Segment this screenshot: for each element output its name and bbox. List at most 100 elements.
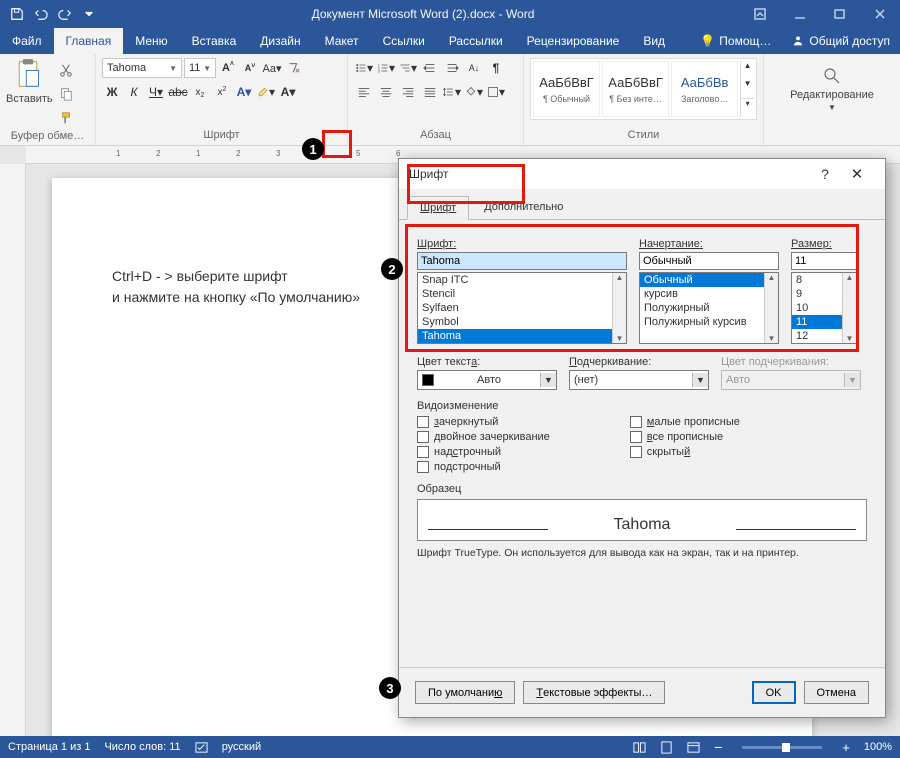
tab-review[interactable]: Рецензирование (515, 28, 632, 54)
increase-indent-button[interactable] (442, 58, 462, 78)
underline-color-label: Цвет подчеркивания: (721, 356, 861, 368)
multilevel-button[interactable]: ▾ (398, 58, 418, 78)
ok-button[interactable]: OK (752, 681, 796, 704)
font-size-value: 11 (189, 62, 200, 74)
copy-button[interactable] (56, 84, 76, 104)
zoom-out-button[interactable]: − (714, 739, 722, 755)
highlight-button[interactable]: ▾ (256, 82, 276, 102)
chk-subscript[interactable]: подстрочный (417, 461, 550, 473)
ribbon: Вставить Буфер обме… Tahoma▼ 11▼ A˄ A˅ A… (0, 54, 900, 146)
underline-button[interactable]: Ч▾ (146, 82, 166, 102)
status-page[interactable]: Страница 1 из 1 (8, 741, 90, 753)
tab-file[interactable]: Файл (0, 28, 54, 54)
font-preview: Tahoma (417, 499, 867, 541)
editing-label: Редактирование (790, 89, 874, 101)
status-language[interactable]: русский (222, 741, 261, 753)
chk-hidden[interactable]: скрытый (630, 446, 740, 458)
clipboard-group-label: Буфер обме… (6, 128, 89, 146)
underline-color-combo: Авто▼ (721, 370, 861, 390)
subscript-button[interactable]: x2 (190, 82, 210, 102)
effects-title: Видоизменение (417, 400, 867, 412)
zoom-slider[interactable] (742, 746, 822, 749)
redbox-font-section (405, 224, 859, 352)
redo-button[interactable] (54, 3, 76, 25)
tab-view[interactable]: Вид (631, 28, 677, 54)
styles-group-label: Стили (530, 127, 757, 145)
tab-layout[interactable]: Макет (313, 28, 371, 54)
chk-strikethrough[interactable]: зачеркнутый (417, 416, 550, 428)
minimize-button[interactable] (780, 0, 820, 28)
strikethrough-button[interactable]: abc (168, 82, 188, 102)
editing-button[interactable]: Редактирование▼ (778, 66, 886, 113)
shading-button[interactable]: ▾ (464, 82, 484, 102)
font-color-button[interactable]: A▾ (278, 82, 298, 102)
sort-button[interactable]: A↓ (464, 58, 484, 78)
font-size-combo[interactable]: 11▼ (184, 58, 216, 78)
numbering-button[interactable]: 123▾ (376, 58, 396, 78)
tab-home[interactable]: Главная (54, 28, 124, 54)
styles-gallery[interactable]: АаБбВвГ¶ Обычный АаБбВвГ¶ Без инте… АаБб… (530, 58, 757, 120)
styles-expand[interactable]: ▾ (741, 98, 754, 117)
align-right-button[interactable] (398, 82, 418, 102)
set-default-button[interactable]: По умолчанию (415, 681, 515, 704)
chk-small-caps[interactable]: малые прописные (630, 416, 740, 428)
bold-button[interactable]: Ж (102, 82, 122, 102)
justify-button[interactable] (420, 82, 440, 102)
decrease-indent-button[interactable] (420, 58, 440, 78)
tell-me-button[interactable]: 💡 Помощ… (690, 28, 781, 54)
style-normal[interactable]: АаБбВвГ¶ Обычный (533, 61, 600, 117)
clear-formatting-button[interactable] (284, 58, 304, 78)
superscript-button[interactable]: x2 (212, 82, 232, 102)
styles-scroll-up[interactable]: ▲ (741, 61, 754, 79)
dialog-help-button[interactable]: ? (811, 166, 839, 182)
tab-mailings[interactable]: Рассылки (437, 28, 515, 54)
status-proofing-icon[interactable] (195, 741, 208, 754)
view-web-button[interactable] (687, 741, 700, 754)
chk-all-caps[interactable]: все прописные (630, 431, 740, 443)
zoom-in-button[interactable]: + (842, 740, 850, 755)
text-effects-button[interactable]: A▾ (234, 82, 254, 102)
show-hide-button[interactable]: ¶ (486, 58, 506, 78)
maximize-button[interactable] (820, 0, 860, 28)
italic-button[interactable]: К (124, 82, 144, 102)
chk-double-strike[interactable]: двойное зачеркивание (417, 431, 550, 443)
tab-design[interactable]: Дизайн (248, 28, 312, 54)
align-center-button[interactable] (376, 82, 396, 102)
change-case-button[interactable]: Aa▾ (262, 58, 282, 78)
undo-button[interactable] (30, 3, 52, 25)
tab-insert[interactable]: Вставка (180, 28, 249, 54)
zoom-level[interactable]: 100% (864, 741, 892, 753)
view-print-button[interactable] (660, 741, 673, 754)
borders-button[interactable]: ▾ (486, 82, 506, 102)
styles-scroll-down[interactable]: ▼ (741, 79, 754, 97)
underline-style-combo[interactable]: (нет)▼ (569, 370, 709, 390)
save-button[interactable] (6, 3, 28, 25)
cut-button[interactable] (56, 60, 76, 80)
align-left-button[interactable] (354, 82, 374, 102)
status-words[interactable]: Число слов: 11 (104, 741, 180, 753)
group-clipboard: Вставить Буфер обме… (0, 54, 96, 145)
text-effects-button-dlg[interactable]: Текстовые эффекты… (523, 681, 665, 704)
tab-references[interactable]: Ссылки (371, 28, 437, 54)
shrink-font-button[interactable]: A˅ (240, 58, 260, 78)
line-spacing-button[interactable]: ▾ (442, 82, 462, 102)
font-name-combo[interactable]: Tahoma▼ (102, 58, 182, 78)
format-painter-button[interactable] (56, 108, 76, 128)
style-no-spacing[interactable]: АаБбВвГ¶ Без инте… (602, 61, 669, 117)
ribbon-display-button[interactable] (740, 0, 780, 28)
tab-menu[interactable]: Меню (123, 28, 179, 54)
close-button[interactable] (860, 0, 900, 28)
qat-customize-button[interactable] (78, 3, 100, 25)
group-styles: АаБбВвГ¶ Обычный АаБбВвГ¶ Без инте… АаБб… (524, 54, 764, 145)
share-button[interactable]: Общий доступ (781, 28, 900, 54)
cancel-button[interactable]: Отмена (804, 681, 869, 704)
font-color-combo[interactable]: Авто▼ (417, 370, 557, 390)
font-color-label: Цвет текста: (417, 356, 557, 368)
dialog-close-button[interactable]: ✕ (839, 165, 875, 183)
view-read-button[interactable] (633, 741, 646, 754)
paste-button[interactable]: Вставить (6, 58, 50, 105)
bullets-button[interactable]: ▾ (354, 58, 374, 78)
chk-superscript[interactable]: надстрочный (417, 446, 550, 458)
grow-font-button[interactable]: A˄ (218, 58, 238, 78)
style-heading1[interactable]: АаБбВвЗаголово… (671, 61, 738, 117)
